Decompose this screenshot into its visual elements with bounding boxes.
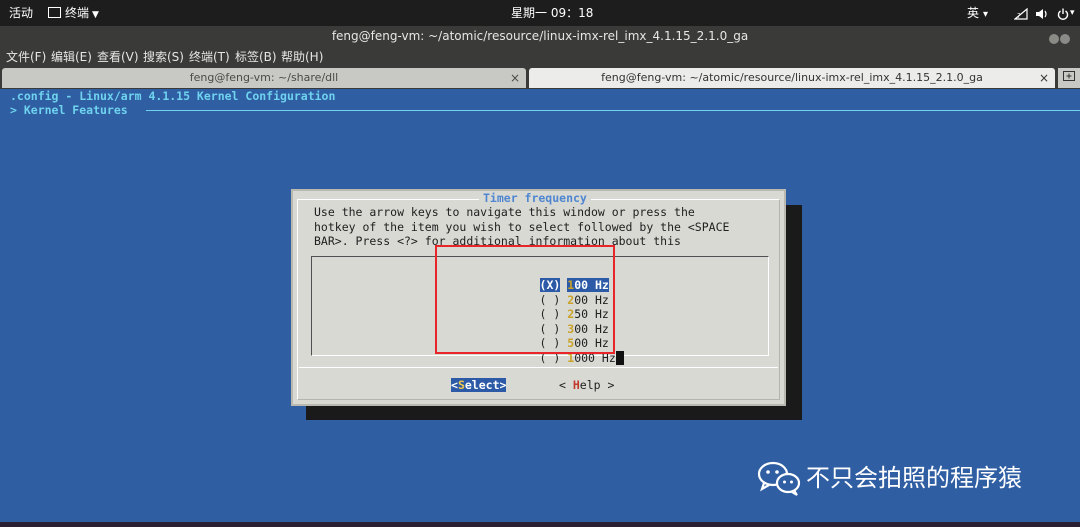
wechat-icon	[757, 461, 801, 496]
select-label: elect>	[464, 378, 507, 392]
help-text-line: hotkey of the item you wish to select fo…	[314, 220, 730, 234]
menu-terminal[interactable]: 终端(T)	[189, 46, 230, 68]
menu-help[interactable]: 帮助(H)	[281, 46, 323, 68]
activities-button[interactable]: 活动	[9, 0, 33, 26]
window-title: feng@feng-vm: ~/atomic/resource/linux-im…	[331, 29, 749, 43]
tab-label: feng@feng-vm: ~/share/dll	[189, 71, 339, 84]
app-menu[interactable]: 终端 ▼	[48, 0, 99, 26]
tab-label: feng@feng-vm: ~/atomic/resource/linux-im…	[601, 71, 983, 84]
input-method-label: 英	[967, 6, 980, 20]
config-title: .config - Linux/arm 4.1.15 Kernel Config…	[10, 89, 336, 103]
help-text-line: Use the arrow keys to navigate this wind…	[314, 205, 695, 219]
select-button[interactable]: <Select>	[451, 378, 507, 392]
help-label: elp >	[579, 378, 615, 392]
top-bar: 活动 终端 ▼ 星期一 09：18 英 ▾ ? ▾	[0, 0, 1080, 26]
chevron-down-icon[interactable]: ▾	[1070, 0, 1075, 26]
select-hotkey: S	[457, 378, 465, 392]
text-cursor	[615, 350, 624, 365]
title-rule	[146, 110, 1080, 111]
svg-text:?: ?	[1017, 12, 1021, 20]
dialog-title: Timer frequency	[479, 191, 591, 206]
close-icon[interactable]	[1060, 34, 1070, 44]
menu-file[interactable]: 文件(F)	[6, 46, 46, 68]
minimize-icon[interactable]	[1049, 34, 1059, 44]
window-title-bar[interactable]: feng@feng-vm: ~/atomic/resource/linux-im…	[0, 26, 1080, 46]
select-open: <	[451, 378, 458, 392]
close-icon[interactable]: ×	[1039, 68, 1049, 88]
new-tab-button[interactable]	[1058, 68, 1080, 88]
tab-bar: feng@feng-vm: ~/share/dll × feng@feng-vm…	[0, 68, 1080, 89]
network-icon[interactable]: ?	[1013, 0, 1028, 26]
app-menu-label: 终端	[65, 6, 90, 20]
bottom-edge	[0, 522, 1080, 527]
terminal-icon	[48, 7, 61, 18]
chevron-down-icon: ▼	[92, 10, 99, 20]
menu-view[interactable]: 查看(V)	[97, 46, 139, 68]
menu-bar: 文件(F) 编辑(E) 查看(V) 搜索(S) 终端(T) 标签(B) 帮助(H…	[0, 46, 1080, 68]
window-controls[interactable]	[1048, 30, 1070, 44]
breadcrumb: > Kernel Features	[10, 103, 128, 117]
power-icon[interactable]	[1057, 0, 1069, 26]
tab-linux-imx[interactable]: feng@feng-vm: ~/atomic/resource/linux-im…	[529, 68, 1055, 88]
new-tab-icon	[1063, 71, 1075, 81]
help-open: <	[559, 378, 573, 392]
menu-tabs[interactable]: 标签(B)	[235, 46, 277, 68]
clock[interactable]: 星期一 09：18	[511, 0, 593, 26]
help-hotkey: H	[572, 378, 580, 392]
tab-share-dll[interactable]: feng@feng-vm: ~/share/dll ×	[2, 68, 526, 88]
volume-icon[interactable]	[1035, 0, 1049, 26]
close-icon[interactable]: ×	[510, 68, 520, 88]
menu-search[interactable]: 搜索(S)	[143, 46, 184, 68]
button-separator	[299, 367, 778, 368]
input-method-indicator[interactable]: 英 ▾	[967, 0, 988, 26]
annotation-highlight-box	[435, 245, 615, 354]
help-button[interactable]: < Help >	[559, 378, 614, 392]
menu-edit[interactable]: 编辑(E)	[51, 46, 92, 68]
watermark-text: 不只会拍照的程序猿	[806, 464, 1022, 492]
input-method-arrow: ▾	[983, 9, 989, 20]
